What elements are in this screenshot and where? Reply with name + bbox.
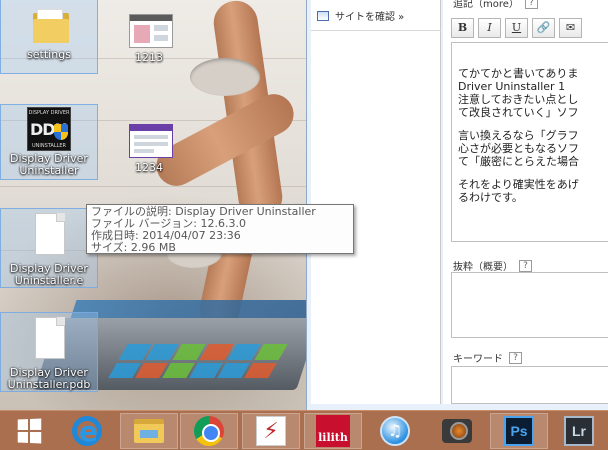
desktop-icon-display-driver-uninstaller-e[interactable]: Display Driver Uninstaller.e bbox=[0, 208, 98, 288]
taskbar-chrome[interactable] bbox=[180, 413, 238, 449]
italic-button[interactable]: I bbox=[478, 18, 501, 38]
desktop-icon-label: Display Driver Uninstaller.e bbox=[10, 262, 88, 287]
taskbar-itunes[interactable]: ♫ bbox=[366, 413, 424, 449]
desktop-icon-1213[interactable]: 1213 bbox=[100, 2, 198, 78]
camera-icon bbox=[442, 419, 472, 443]
help-icon[interactable]: ? bbox=[509, 351, 522, 364]
taskbar: ⚡ lilith ♫ Ps Lr bbox=[0, 410, 608, 450]
body-editor[interactable]: てかてかと書いてありま Driver Uninstaller 1 注意しておきた… bbox=[451, 42, 608, 242]
desktop-icon-label: Display Driver Uninstaller bbox=[10, 152, 88, 177]
taskbar-file-explorer[interactable] bbox=[120, 413, 178, 449]
taskbar-red-app[interactable]: ⚡ bbox=[242, 413, 300, 449]
desktop-icon-display-driver-uninstaller[interactable]: DISPLAY DRIVER DDU UNINSTALLER Display D… bbox=[0, 104, 98, 180]
image-thumbnail-icon bbox=[129, 124, 173, 158]
window-icon bbox=[317, 10, 329, 21]
view-site-button[interactable]: サイトを確認 » bbox=[317, 8, 404, 23]
excerpt-textarea[interactable] bbox=[451, 272, 608, 338]
ddu-app-icon: DISPLAY DRIVER DDU UNINSTALLER bbox=[27, 107, 71, 151]
start-button[interactable] bbox=[0, 413, 58, 449]
chrome-icon bbox=[194, 416, 224, 446]
photoshop-icon: Ps bbox=[504, 416, 534, 446]
post-editor-panel: 追記（more） ? B I U 🔗 ✉ てかてかと書いてありま Driver … bbox=[443, 0, 608, 404]
desktop-icon-label: settings bbox=[27, 48, 71, 61]
body-section-label: 追記（more） ? bbox=[453, 0, 538, 10]
desktop-icon-1234[interactable]: 1234 bbox=[100, 112, 198, 188]
mail-icon[interactable]: ✉ bbox=[559, 18, 582, 38]
taskbar-lilith[interactable]: lilith bbox=[304, 413, 362, 449]
taskbar-camera-app[interactable] bbox=[428, 413, 486, 449]
help-icon[interactable]: ? bbox=[519, 259, 532, 272]
taskbar-photoshop[interactable]: Ps bbox=[490, 413, 548, 449]
editor-toolbar: B I U 🔗 ✉ bbox=[451, 18, 582, 38]
keyword-section-label: キーワード ? bbox=[453, 350, 522, 365]
image-thumbnail-icon bbox=[129, 14, 173, 48]
folder-icon bbox=[33, 9, 69, 43]
underline-button[interactable]: U bbox=[505, 18, 528, 38]
itunes-icon: ♫ bbox=[380, 416, 410, 446]
desktop-icon-label: 1234 bbox=[135, 161, 163, 174]
keyword-input[interactable] bbox=[451, 366, 608, 404]
file-info-tooltip: ファイルの説明: Display Driver Uninstaller ファイル… bbox=[86, 204, 354, 254]
left-panel: サイトを確認 » bbox=[311, 0, 441, 404]
help-icon[interactable]: ? bbox=[524, 0, 538, 9]
red-app-icon: ⚡ bbox=[256, 416, 286, 446]
internet-explorer-icon bbox=[72, 415, 102, 448]
excerpt-section-label: 抜粋（概要） ? bbox=[453, 258, 532, 273]
bold-button[interactable]: B bbox=[451, 18, 474, 38]
file-explorer-icon bbox=[134, 419, 164, 443]
lightroom-icon: Lr bbox=[564, 416, 594, 446]
taskbar-internet-explorer[interactable] bbox=[58, 413, 116, 449]
desktop-icon-display-driver-uninstaller-pdb[interactable]: Display Driver Uninstaller.pdb bbox=[0, 312, 98, 392]
desktop-icon-label: 1213 bbox=[135, 51, 163, 64]
uac-shield-icon bbox=[54, 124, 68, 140]
lilith-icon: lilith bbox=[316, 415, 350, 447]
windows-logo-icon bbox=[17, 418, 42, 444]
desktop-icon-settings[interactable]: settings bbox=[0, 0, 98, 74]
taskbar-lightroom[interactable]: Lr bbox=[550, 413, 608, 449]
link-icon[interactable]: 🔗 bbox=[532, 18, 555, 38]
desktop-icon-label: Display Driver Uninstaller.pdb bbox=[7, 366, 91, 391]
